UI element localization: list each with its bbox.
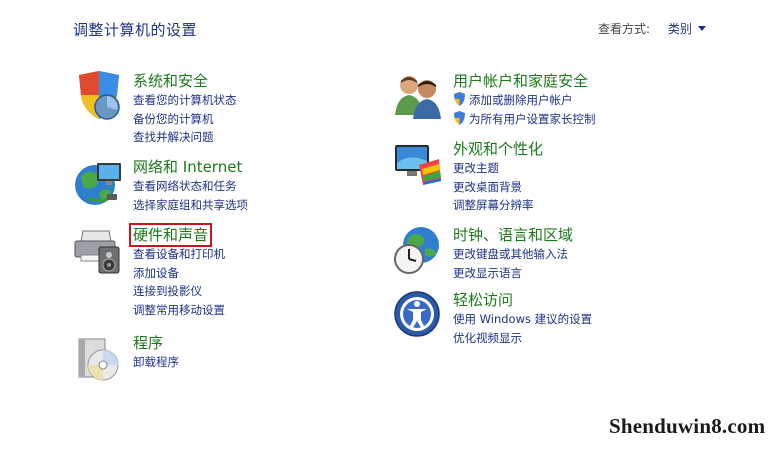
ease-of-access-icon[interactable] — [393, 290, 443, 340]
link-optimize-video-display[interactable]: 优化视频显示 — [453, 329, 713, 348]
link-change-desktop-background[interactable]: 更改桌面背景 — [453, 178, 713, 197]
page-title: 调整计算机的设置 — [73, 21, 198, 39]
link-add-remove-accounts-label: 添加或删除用户帐户 — [469, 93, 573, 107]
link-adjust-resolution[interactable]: 调整屏幕分辨率 — [453, 196, 713, 215]
link-change-theme[interactable]: 更改主题 — [453, 159, 713, 178]
link-view-network-status[interactable]: 查看网络状态和任务 — [133, 177, 393, 196]
network-internet-icon[interactable] — [73, 157, 123, 207]
category-title-system-security[interactable]: 系统和安全 — [133, 71, 208, 91]
link-homegroup-sharing[interactable]: 选择家庭组和共享选项 — [133, 196, 393, 215]
programs-icon[interactable] — [73, 333, 123, 383]
uac-shield-icon — [454, 110, 465, 125]
view-by-value: 类别 — [667, 22, 692, 36]
link-troubleshoot[interactable]: 查找并解决问题 — [133, 128, 393, 147]
chevron-down-icon[interactable] — [697, 26, 706, 31]
link-uninstall-program[interactable]: 卸载程序 — [133, 353, 393, 372]
view-by-label: 查看方式: — [598, 22, 651, 36]
link-change-input-method[interactable]: 更改键盘或其他输入法 — [453, 245, 713, 264]
watermark: Shenduwin8.com — [609, 414, 766, 438]
link-view-computer-status[interactable]: 查看您的计算机状态 — [133, 91, 393, 110]
category-title-clock-language-region[interactable]: 时钟、语言和区域 — [453, 225, 573, 245]
view-by-dropdown[interactable]: 类别 — [668, 22, 706, 36]
hardware-sound-icon[interactable] — [73, 225, 123, 275]
appearance-icon[interactable] — [393, 139, 443, 189]
category-title-network-internet[interactable]: 网络和 Internet — [133, 157, 242, 177]
link-connect-projector[interactable]: 连接到投影仪 — [133, 282, 393, 301]
link-devices-printers[interactable]: 查看设备和打印机 — [133, 245, 393, 264]
clock-language-region-icon[interactable] — [393, 225, 443, 275]
category-title-hardware-sound[interactable]: 硬件和声音 — [128, 223, 213, 247]
category-title-ease-of-access[interactable]: 轻松访问 — [453, 290, 513, 310]
link-change-display-language[interactable]: 更改显示语言 — [453, 264, 713, 283]
category-title-user-accounts[interactable]: 用户帐户和家庭安全 — [453, 71, 588, 91]
link-mobility-settings[interactable]: 调整常用移动设置 — [133, 301, 393, 320]
link-add-device[interactable]: 添加设备 — [133, 264, 393, 283]
view-by: 查看方式: 类别 — [598, 20, 706, 37]
link-add-remove-accounts[interactable]: 添加或删除用户帐户 — [453, 91, 713, 110]
category-title-programs[interactable]: 程序 — [133, 333, 163, 353]
category-title-appearance[interactable]: 外观和个性化 — [453, 139, 543, 159]
link-parental-controls-label: 为所有用户设置家长控制 — [469, 111, 596, 126]
link-backup-computer[interactable]: 备份您的计算机 — [133, 110, 393, 129]
user-accounts-icon[interactable] — [393, 71, 443, 121]
link-recommended-settings[interactable]: 使用 Windows 建议的设置 — [453, 310, 713, 329]
system-security-icon[interactable] — [73, 71, 123, 121]
link-parental-controls[interactable]: 为所有用户设置家长控制 — [453, 110, 713, 129]
uac-shield-icon — [454, 92, 465, 106]
